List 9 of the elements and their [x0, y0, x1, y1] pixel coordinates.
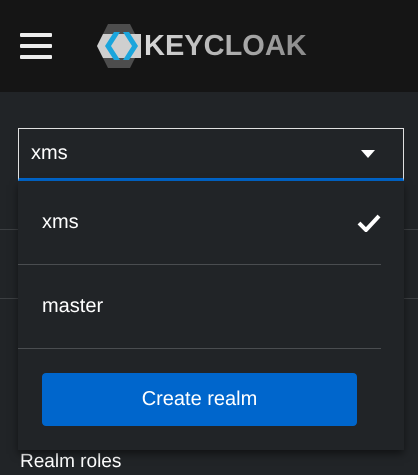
realm-option[interactable]: xms: [18, 181, 381, 265]
create-realm-button[interactable]: Create realm: [42, 373, 357, 426]
logo-icon: [97, 22, 141, 70]
realm-option[interactable]: master: [18, 265, 381, 349]
realm-select[interactable]: xms: [18, 128, 404, 181]
nav-item[interactable]: Realm roles: [20, 451, 122, 473]
menu-button[interactable]: [20, 32, 52, 60]
menu-icon: [20, 32, 52, 60]
caret-icon: [361, 150, 375, 158]
